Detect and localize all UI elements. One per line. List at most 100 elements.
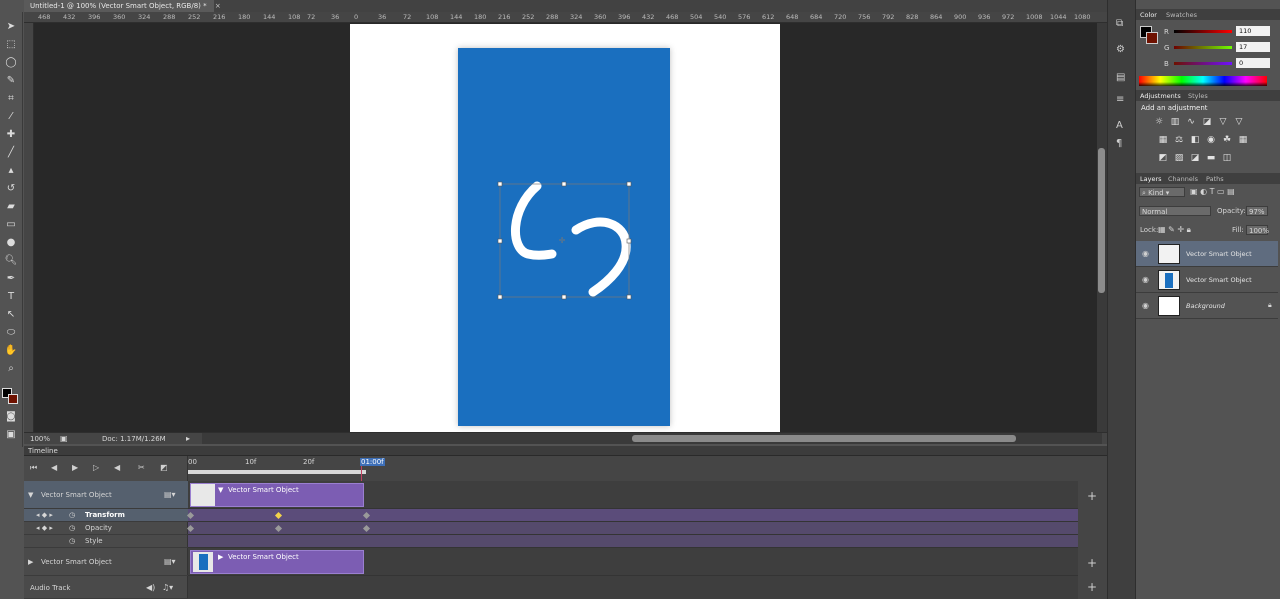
green-slider[interactable] [1174, 46, 1232, 49]
threshold-icon[interactable]: ◪ [1190, 153, 1200, 163]
music-note-icon[interactable]: ♫▾ [162, 583, 173, 592]
keyframe[interactable] [186, 511, 195, 520]
eraser-tool-icon[interactable]: ▰ [3, 200, 19, 214]
vertical-scroll-thumb[interactable] [1098, 148, 1105, 293]
keyframe[interactable] [362, 511, 371, 520]
layer-row[interactable]: ◉ Vector Smart Object [1136, 267, 1278, 293]
film-options-icon[interactable]: ▤▾ [164, 490, 176, 499]
visibility-eye-icon[interactable]: ◉ [1142, 249, 1149, 258]
screen-mode-icon[interactable]: ▣ [3, 428, 19, 442]
status-icon[interactable]: ▣ [60, 434, 68, 443]
transform-handle[interactable] [626, 294, 632, 300]
tab-paths[interactable]: Paths [1206, 175, 1224, 183]
document-tab[interactable]: Untitled-1 @ 100% (Vector Smart Object, … [24, 0, 221, 12]
hue-saturation-icon[interactable]: ▦ [1158, 135, 1168, 145]
property-row[interactable]: ◂ ◆ ▸ ◷ Transform [24, 509, 188, 522]
property-row[interactable]: ◂ ◆ ▸ ◷ Opacity [24, 522, 188, 535]
dodge-tool-icon[interactable]: 🔍︎ [3, 254, 19, 268]
stopwatch-icon[interactable]: ◷ [69, 537, 75, 545]
brush-tool-icon[interactable]: ╱ [3, 146, 19, 160]
clip-arrow-icon[interactable]: ▶ [218, 553, 223, 561]
keyframe[interactable] [274, 511, 283, 520]
tab-swatches[interactable]: Swatches [1166, 11, 1197, 19]
property-row[interactable]: ◷ Style [24, 535, 188, 548]
posterize-icon[interactable]: ▨ [1174, 153, 1184, 163]
path-selection-tool-icon[interactable]: ↖ [3, 308, 19, 322]
keyframe[interactable] [362, 524, 371, 533]
background-color-swatch[interactable] [8, 394, 18, 404]
previous-frame-icon[interactable]: ◀ [51, 463, 57, 472]
properties-icon[interactable]: ⚙ [1116, 44, 1125, 55]
horizontal-scroll-thumb[interactable] [632, 435, 1016, 442]
lock-options-icons[interactable]: ▦ ✎ ✛ 🔒︎ [1158, 225, 1191, 235]
transform-handle[interactable] [561, 294, 567, 300]
play-icon[interactable]: ▶ [72, 463, 78, 472]
track-header[interactable]: ▼ Vector Smart Object ▤▾ [24, 481, 188, 509]
stopwatch-icon[interactable]: ◷ [69, 524, 75, 532]
tab-channels[interactable]: Channels [1168, 175, 1198, 183]
blend-mode-select[interactable]: Normal [1139, 206, 1211, 216]
add-audio-plus-icon[interactable]: + [1087, 580, 1097, 594]
color-lookup-icon[interactable]: ▦ [1238, 135, 1248, 145]
green-value-input[interactable]: 17 [1236, 42, 1270, 52]
paragraph-icon[interactable]: ¶ [1116, 138, 1122, 149]
transition-icon[interactable]: ◩ [160, 463, 168, 472]
exposure-icon[interactable]: ◪ [1202, 117, 1212, 127]
visibility-eye-icon[interactable]: ◉ [1142, 275, 1149, 284]
visibility-eye-icon[interactable]: ◉ [1142, 301, 1149, 310]
color-spectrum-bar[interactable] [1139, 76, 1267, 86]
history-brush-tool-icon[interactable]: ↺ [3, 182, 19, 196]
status-menu-arrow-icon[interactable]: ▸ [186, 434, 190, 443]
move-tool-icon[interactable]: ➤ [3, 20, 19, 34]
timeline-ruler[interactable]: 00 10f 20f 01:00f [188, 456, 1078, 581]
levels-icon[interactable]: ▥ [1170, 117, 1180, 127]
history-icon[interactable]: ⧉ [1116, 18, 1123, 29]
tab-color[interactable]: Color [1140, 11, 1157, 19]
document-canvas[interactable]: ✛ [350, 24, 780, 432]
speaker-icon[interactable]: ◀) [146, 583, 155, 592]
tab-layers[interactable]: Layers [1140, 175, 1162, 183]
quick-mask-icon[interactable]: ◙ [3, 410, 19, 424]
blue-slider[interactable] [1174, 62, 1232, 65]
transform-handle[interactable] [497, 238, 503, 244]
black-white-icon[interactable]: ◧ [1190, 135, 1200, 145]
clone-stamp-tool-icon[interactable]: ▴ [3, 164, 19, 178]
keyframe[interactable] [186, 524, 195, 533]
actions-icon[interactable]: ▤ [1116, 72, 1125, 83]
healing-brush-tool-icon[interactable]: ✚ [3, 128, 19, 142]
invert-icon[interactable]: ◩ [1158, 153, 1168, 163]
next-frame-icon[interactable]: ▷ [93, 463, 99, 472]
add-media-plus-icon[interactable]: + [1087, 556, 1097, 570]
transform-handle[interactable] [561, 181, 567, 187]
brightness-contrast-icon[interactable]: ☼ [1154, 117, 1164, 127]
keyframe[interactable] [274, 524, 283, 533]
vertical-scrollbar[interactable] [1097, 23, 1107, 432]
red-slider[interactable] [1174, 30, 1232, 33]
horizontal-scrollbar[interactable] [202, 433, 1102, 444]
layer-row[interactable]: ◉ Background 🔒︎ [1136, 293, 1278, 319]
audio-mute-icon[interactable]: ◀ [114, 463, 120, 472]
background-swatch[interactable] [1146, 32, 1158, 44]
timeline-clip[interactable]: ▼ Vector Smart Object [190, 483, 364, 507]
eyedropper-tool-icon[interactable]: ⁄ [3, 110, 19, 124]
split-icon[interactable]: ✂ [138, 463, 145, 472]
tab-styles[interactable]: Styles [1188, 92, 1208, 100]
audio-track-header[interactable]: Audio Track ◀) ♫▾ [24, 576, 188, 599]
reference-point-icon[interactable]: ✛ [559, 236, 566, 245]
layer-filter-icons[interactable]: ▣ ◐ T ▭ ▤ [1190, 187, 1235, 196]
transform-handle[interactable] [626, 181, 632, 187]
stopwatch-icon[interactable]: ◷ [69, 511, 75, 519]
zoom-tool-icon[interactable]: ⌕ [3, 362, 19, 376]
work-area-bar[interactable] [188, 470, 366, 474]
gradient-tool-icon[interactable]: ▭ [3, 218, 19, 232]
brush-presets-icon[interactable]: ≡ [1116, 94, 1124, 105]
crop-tool-icon[interactable]: ⌗ [3, 92, 19, 106]
blur-tool-icon[interactable]: ● [3, 236, 19, 250]
quick-select-tool-icon[interactable]: ✎ [3, 74, 19, 88]
transform-handle[interactable] [497, 181, 503, 187]
color-balance-icon[interactable]: ⚖ [1174, 135, 1184, 145]
selective-color-icon[interactable]: ◫ [1222, 153, 1232, 163]
shape-tool-icon[interactable]: ⬭ [3, 326, 19, 340]
fill-input[interactable]: 100% [1246, 225, 1269, 235]
film-options-icon[interactable]: ▤▾ [164, 557, 176, 566]
